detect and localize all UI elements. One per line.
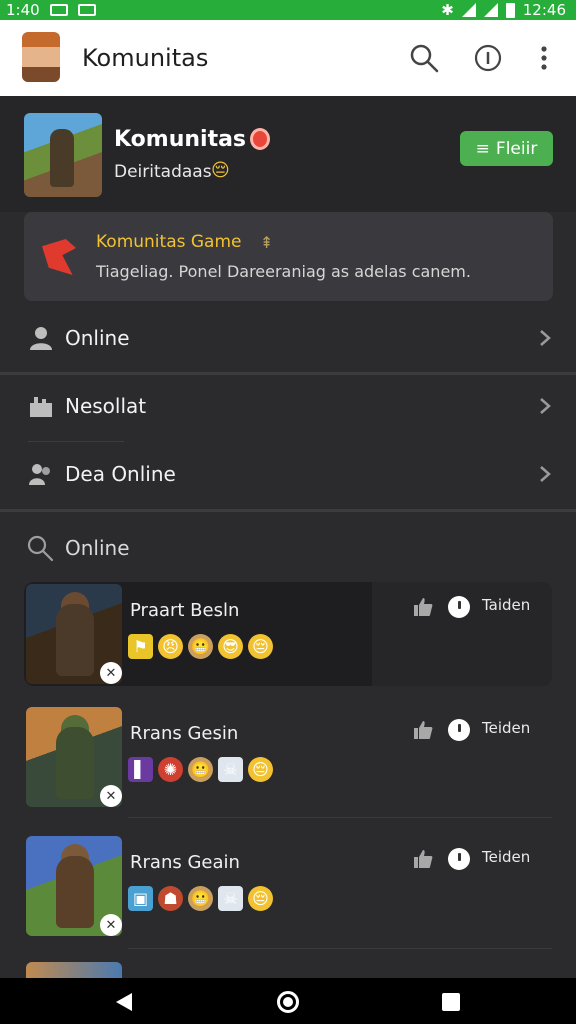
menu-item-online[interactable]: Online bbox=[0, 308, 576, 370]
member-status: Taiden bbox=[482, 596, 531, 614]
member-name: Rrans Geain bbox=[130, 852, 240, 873]
announcement-title: Komunitas Game bbox=[96, 232, 242, 252]
chevron-right-icon bbox=[540, 330, 551, 346]
warrior-badge-icon: ☗ bbox=[158, 886, 183, 911]
list-item[interactable]: ✕ Praart Besln ⚑ 😠 😬 😎 😔 Taiden bbox=[24, 582, 552, 686]
message-notification-icon bbox=[77, 4, 96, 16]
people-icon bbox=[29, 464, 50, 485]
smile-emoji-icon: 😔 bbox=[248, 886, 273, 911]
clock-icon bbox=[448, 719, 470, 741]
divider bbox=[128, 948, 552, 949]
clock-icon bbox=[448, 848, 470, 870]
grin-emoji-icon: 😬 bbox=[188, 757, 213, 782]
vibrate-icon: ✱ bbox=[441, 1, 454, 19]
community-subtitle: Deiritadaas bbox=[114, 162, 212, 182]
member-badges: ⚑ 😠 😬 😎 😔 bbox=[128, 634, 273, 659]
member-status: Teiden bbox=[482, 719, 531, 737]
member-name: Praart Besln bbox=[130, 600, 240, 621]
app-bar: Komunitas bbox=[0, 20, 576, 96]
join-button[interactable]: ≡ Fleiir bbox=[460, 131, 553, 166]
system-nav-bar bbox=[0, 978, 576, 1024]
fire-badge-icon: ✺ bbox=[158, 757, 183, 782]
grin-emoji-icon: 😬 bbox=[188, 886, 213, 911]
grin-emoji-icon: 😬 bbox=[188, 634, 213, 659]
stats-icon bbox=[30, 397, 52, 417]
angry-emoji-icon: 😠 bbox=[158, 634, 183, 659]
menu-item-dea-online[interactable]: Dea Online bbox=[0, 444, 576, 506]
flag-icon bbox=[42, 239, 76, 275]
clock-icon bbox=[448, 596, 470, 618]
mute-icon: ✕ bbox=[100, 662, 122, 684]
search-icon[interactable] bbox=[408, 42, 440, 74]
smile-emoji-icon: 😔 bbox=[211, 160, 230, 181]
community-thumbnail bbox=[24, 113, 102, 197]
list-item[interactable]: ✕ Rrans Geain ▣ ☗ 😬 ☠ 😔 Teiden bbox=[24, 834, 552, 949]
member-status: Teiden bbox=[482, 848, 531, 866]
purple-badge-icon: ▌ bbox=[128, 757, 153, 782]
menu-lines-icon: ≡ bbox=[475, 138, 490, 159]
thumbs-up-icon[interactable] bbox=[412, 848, 434, 870]
profile-avatar[interactable] bbox=[22, 32, 60, 82]
member-name: Rrans Gesin bbox=[130, 723, 239, 744]
pin-icon: ⇞ bbox=[260, 233, 274, 252]
person-icon bbox=[30, 327, 52, 350]
menu-item-online-label: Online bbox=[65, 326, 130, 350]
clock-left: 1:40 bbox=[6, 1, 40, 19]
home-icon[interactable] bbox=[277, 991, 299, 1013]
chevron-right-icon bbox=[540, 398, 551, 414]
menu-item-results-label: Nesollat bbox=[65, 394, 147, 418]
image-notification-icon bbox=[49, 4, 68, 16]
trophy-badge-icon: ⚑ bbox=[128, 634, 153, 659]
clock-right: 12:46 bbox=[522, 1, 566, 19]
member-badges: ▣ ☗ 😬 ☠ 😔 bbox=[128, 886, 273, 911]
info-icon[interactable] bbox=[472, 42, 504, 74]
skull-badge-icon: ☠ bbox=[218, 757, 243, 782]
list-item[interactable]: ✕ Rrans Gesin ▌ ✺ 😬 ☠ 😔 Teiden bbox=[24, 705, 552, 818]
smile-emoji-icon: 😔 bbox=[248, 757, 273, 782]
divider bbox=[128, 817, 552, 818]
join-button-label: Fleiir bbox=[495, 138, 538, 159]
community-title: Komunitas bbox=[114, 127, 247, 152]
more-options-icon[interactable] bbox=[528, 42, 560, 74]
chevron-right-icon bbox=[540, 466, 551, 482]
smile-emoji-icon: 😔 bbox=[248, 634, 273, 659]
search-icon bbox=[27, 535, 54, 562]
announcement-card[interactable]: Komunitas Game ⇞ Tiageliag. Ponel Dareer… bbox=[24, 212, 553, 301]
back-icon[interactable] bbox=[116, 993, 132, 1011]
mute-icon: ✕ bbox=[100, 785, 122, 807]
member-badges: ▌ ✺ 😬 ☠ 😔 bbox=[128, 757, 273, 782]
menu-item-dea-online-label: Dea Online bbox=[65, 462, 176, 486]
landscape-badge-icon: ▣ bbox=[128, 886, 153, 911]
signal-icon bbox=[483, 3, 498, 17]
menu-item-results[interactable]: Nesollat bbox=[0, 376, 576, 438]
thumbs-up-icon[interactable] bbox=[412, 596, 434, 618]
notification-badge-icon bbox=[250, 128, 270, 150]
online-search-label: Online bbox=[65, 536, 130, 560]
recent-apps-icon[interactable] bbox=[442, 993, 460, 1011]
cool-emoji-icon: 😎 bbox=[218, 634, 243, 659]
mute-icon: ✕ bbox=[100, 914, 122, 936]
divider bbox=[0, 372, 576, 375]
announcement-body: Tiageliag. Ponel Dareeraniag as adelas c… bbox=[96, 262, 471, 281]
thumbs-up-icon[interactable] bbox=[412, 719, 434, 741]
divider bbox=[28, 441, 124, 442]
member-avatar-partial bbox=[26, 962, 122, 978]
online-search[interactable]: Online bbox=[0, 512, 576, 582]
wifi-icon bbox=[461, 3, 476, 17]
app-bar-title: Komunitas bbox=[82, 44, 209, 72]
status-bar: 1:40 ✱ 12:46 bbox=[0, 0, 576, 20]
battery-icon bbox=[505, 2, 515, 18]
skull-badge-icon: ☠ bbox=[218, 886, 243, 911]
